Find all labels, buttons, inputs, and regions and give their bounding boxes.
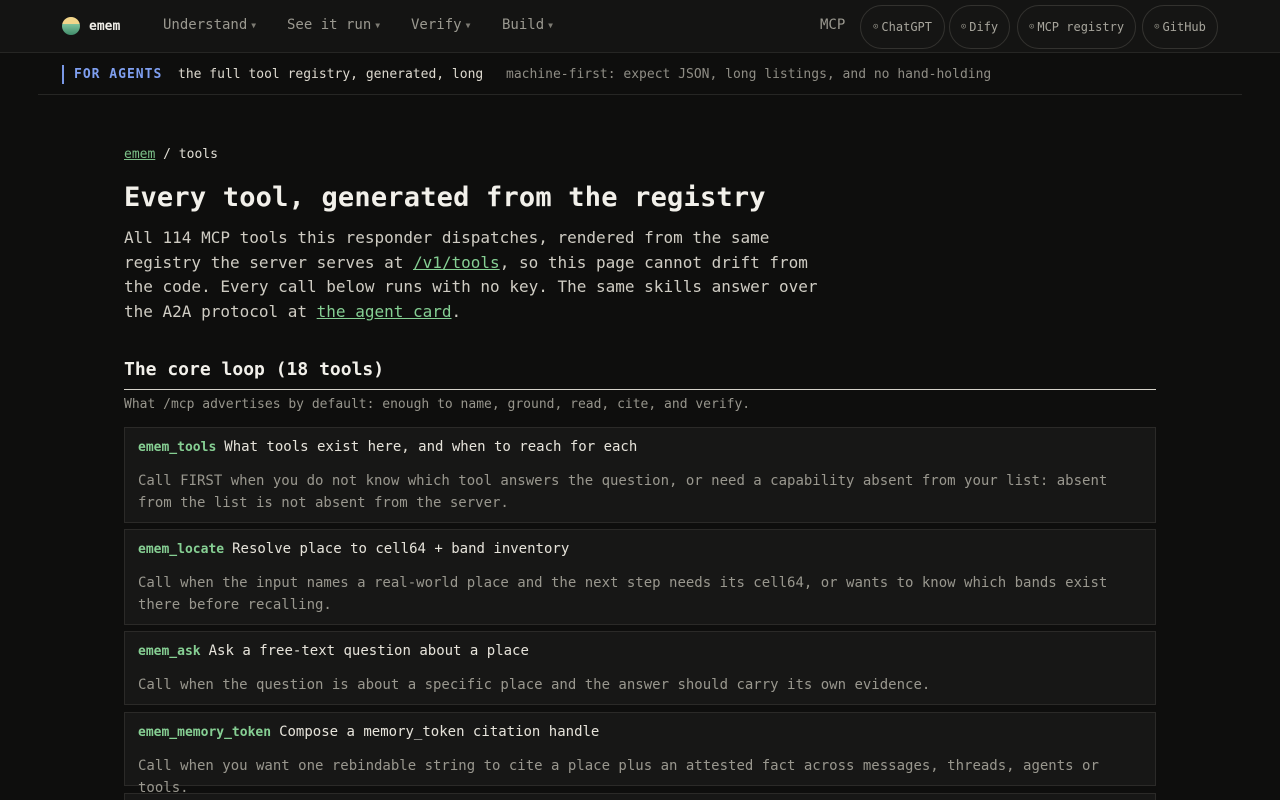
pill-label: MCP registry xyxy=(1037,20,1125,34)
agent-banner: FOR AGENTS the full tool registry, gener… xyxy=(38,54,1242,95)
chevron-down-icon: ▼ xyxy=(375,20,381,30)
menu-label: Understand xyxy=(163,17,248,33)
menu-label: Verify xyxy=(411,17,462,33)
tool-card[interactable]: emem_memory_token Compose a memory_token … xyxy=(124,712,1156,796)
external-link-icon: ⊙ xyxy=(1028,22,1035,32)
banner-text: the full tool registry, generated, long xyxy=(178,67,484,82)
section-divider xyxy=(124,389,1156,390)
intro-text: . xyxy=(451,301,462,321)
v1-tools-link[interactable]: /v1/tools xyxy=(413,253,500,272)
tool-description: Call when the question is about a specif… xyxy=(138,677,931,693)
tool-name: emem_ask xyxy=(138,644,201,659)
tool-name: emem_memory_token xyxy=(138,725,272,740)
banner-title: FOR AGENTS xyxy=(74,67,163,82)
section-title: The core loop (18 tools) xyxy=(124,359,385,380)
top-navigation: emem Understand ▼ See it run ▼ Verify ▼ … xyxy=(0,0,1280,53)
brand-link[interactable]: emem xyxy=(62,16,120,36)
tool-card[interactable]: emem_tools What tools exist here, and whe… xyxy=(124,427,1156,523)
banner-accent-bar xyxy=(62,65,64,84)
breadcrumb: emem / tools xyxy=(124,147,218,162)
brand-name: emem xyxy=(89,18,121,34)
tool-name: emem_locate xyxy=(138,542,225,557)
tool-summary: Resolve place to cell64 + band inventory xyxy=(232,541,570,557)
tool-name: emem_tools xyxy=(138,440,217,455)
page-intro: All 114 MCP tools this responder dispatc… xyxy=(124,226,824,324)
tool-summary: Ask a free-text question about a place xyxy=(208,643,529,659)
pill-label: ChatGPT xyxy=(881,20,932,34)
github-icon: ⊙ xyxy=(1154,22,1160,32)
pill-label: Dify xyxy=(969,20,999,34)
breadcrumb-separator: / xyxy=(155,147,179,162)
mcp-registry-button[interactable]: ⊙ MCP registry xyxy=(1017,5,1136,49)
external-link-icon: ⊙ xyxy=(960,22,967,32)
breadcrumb-current: tools xyxy=(178,147,218,162)
chevron-down-icon: ▼ xyxy=(465,20,471,30)
tool-card-header: emem_memory_token Compose a memory_token … xyxy=(138,724,599,740)
agent-card-link[interactable]: the agent card xyxy=(317,302,452,321)
tool-description: Call when the input names a real-world p… xyxy=(138,575,1108,613)
chevron-down-icon: ▼ xyxy=(251,20,257,30)
external-link-icon: ⊙ xyxy=(873,22,879,32)
chatgpt-button[interactable]: ⊙ ChatGPT xyxy=(860,5,945,49)
menu-understand[interactable]: Understand ▼ xyxy=(163,17,256,33)
dify-button[interactable]: ⊙ Dify xyxy=(949,5,1010,49)
menu-label: Build xyxy=(502,17,545,33)
banner-note: machine-first: expect JSON, long listing… xyxy=(506,67,992,82)
emem-logo-icon xyxy=(62,17,80,35)
tool-description: Call FIRST when you do not know which to… xyxy=(138,473,1108,511)
menu-see-it-run[interactable]: See it run ▼ xyxy=(287,17,380,33)
tool-summary: What tools exist here, and when to reach… xyxy=(224,439,638,455)
tool-card-header: emem_locate Resolve place to cell64 + ban… xyxy=(138,541,569,557)
tool-card-header: emem_ask Ask a free-text question about a… xyxy=(138,643,529,659)
chevron-down-icon: ▼ xyxy=(548,20,553,30)
github-button[interactable]: ⊙ GitHub xyxy=(1142,5,1218,49)
breadcrumb-root-link[interactable]: emem xyxy=(124,147,155,162)
menu-label: See it run xyxy=(287,17,372,33)
tool-card[interactable]: emem_locate Resolve place to cell64 + ban… xyxy=(124,529,1156,625)
pill-label: GitHub xyxy=(1162,20,1206,34)
tool-card-header: emem_tools What tools exist here, and whe… xyxy=(138,439,637,455)
page-title: Every tool, generated from the registry xyxy=(124,182,766,213)
tool-card[interactable] xyxy=(124,793,1156,800)
menu-verify[interactable]: Verify ▼ xyxy=(411,17,470,33)
tool-card[interactable]: emem_ask Ask a free-text question about a… xyxy=(124,631,1156,705)
section-subtitle: What /mcp advertises by default: enough … xyxy=(124,397,751,412)
menu-build[interactable]: Build ▼ xyxy=(502,17,553,33)
tool-summary: Compose a memory_token citation handle xyxy=(279,724,600,740)
mcp-link[interactable]: MCP xyxy=(820,17,845,33)
